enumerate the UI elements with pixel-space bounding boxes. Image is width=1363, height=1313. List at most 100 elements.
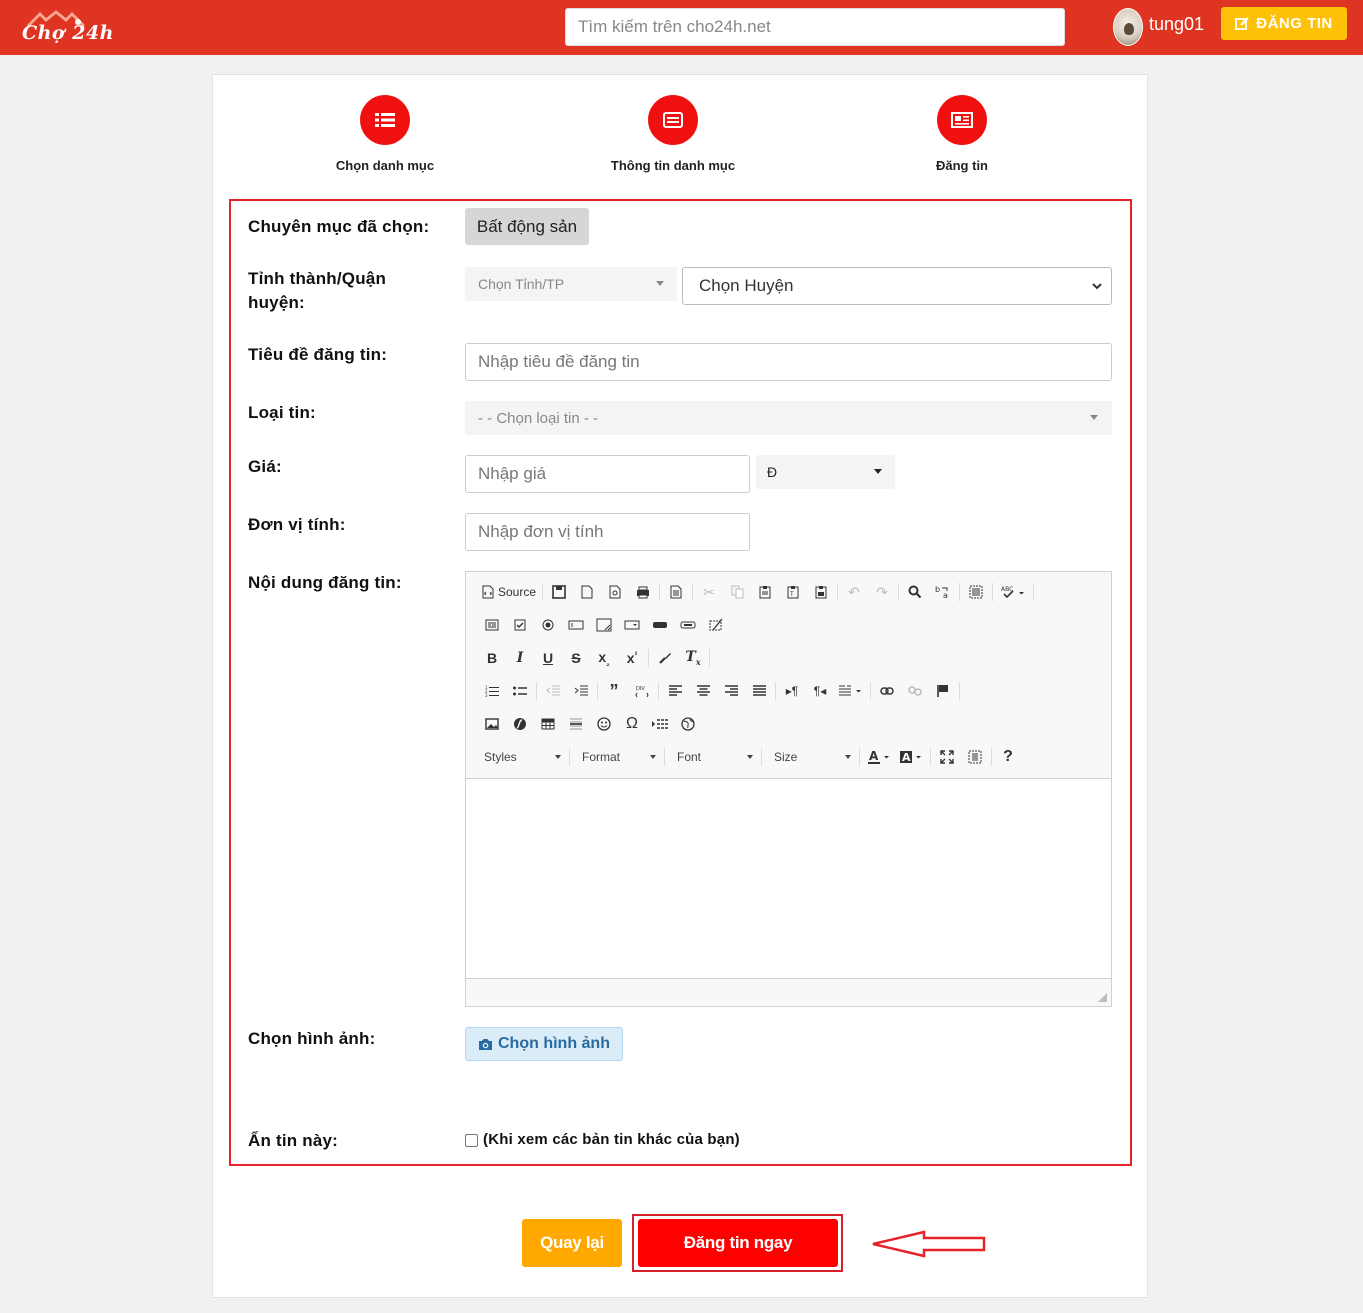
hidden-field-button[interactable] (702, 612, 730, 638)
resize-handle[interactable] (1098, 993, 1107, 1002)
align-center-button[interactable] (689, 678, 717, 704)
image-button-field-button[interactable] (674, 612, 702, 638)
bg-color-button[interactable]: A (896, 744, 928, 770)
format-combo[interactable]: Format (574, 746, 660, 768)
submit-button[interactable]: Đăng tin ngay (638, 1219, 838, 1267)
spellcheck-button[interactable]: ABC (995, 579, 1031, 605)
align-left-button[interactable] (661, 678, 689, 704)
checkbox-button[interactable] (506, 612, 534, 638)
templates-button[interactable] (662, 579, 690, 605)
italic-icon: I (516, 650, 524, 666)
copy-button[interactable] (723, 579, 751, 605)
rtl-button[interactable]: ¶◂ (806, 678, 834, 704)
language-button[interactable] (834, 678, 868, 704)
toolbar-separator (664, 748, 665, 766)
button-field-button[interactable] (646, 612, 674, 638)
source-button[interactable]: Source (478, 579, 540, 605)
underline-button[interactable]: U (534, 645, 562, 671)
bulleted-list-button[interactable] (506, 678, 534, 704)
text-color-button[interactable]: A (864, 744, 896, 770)
ltr-button[interactable]: ▸¶ (778, 678, 806, 704)
site-logo[interactable]: Chợ 24h (22, 10, 114, 46)
step-category-info[interactable]: Thông tin danh mục (573, 95, 773, 173)
align-right-button[interactable] (717, 678, 745, 704)
print-button[interactable] (629, 579, 657, 605)
blockquote-button[interactable]: ” (600, 678, 628, 704)
price-input[interactable] (465, 455, 750, 493)
replace-button[interactable]: ba (929, 579, 957, 605)
title-input[interactable] (465, 343, 1112, 381)
currency-select[interactable]: Đ (756, 455, 895, 489)
unlink-button[interactable] (901, 678, 929, 704)
iframe-button[interactable] (674, 711, 702, 737)
quote-icon: ” (609, 680, 619, 701)
anchor-button[interactable] (929, 678, 957, 704)
province-select[interactable]: Chọn Tỉnh/TP (465, 267, 677, 301)
paste-text-button[interactable]: T (779, 579, 807, 605)
location-label-line2: huyện: (248, 293, 305, 312)
textfield-button[interactable] (562, 612, 590, 638)
size-combo[interactable]: Size (766, 746, 855, 768)
styles-combo[interactable]: Styles (476, 746, 565, 768)
link-button[interactable] (873, 678, 901, 704)
special-char-button[interactable]: Ω (618, 711, 646, 737)
svg-text:a: a (943, 591, 948, 599)
step-choose-category[interactable]: Chọn danh mục (285, 95, 485, 173)
hide-post-checkbox[interactable] (465, 1134, 478, 1147)
remove-format-button[interactable]: Tx (679, 645, 707, 671)
show-blocks-button[interactable] (961, 744, 989, 770)
back-button[interactable]: Quay lại (522, 1219, 622, 1267)
italic-button[interactable]: I (506, 645, 534, 671)
textfield-icon (568, 620, 584, 630)
new-page-button[interactable] (573, 579, 601, 605)
paste-word-button[interactable] (807, 579, 835, 605)
select-all-button[interactable] (962, 579, 990, 605)
font-combo[interactable]: Font (669, 746, 757, 768)
preview-button[interactable] (601, 579, 629, 605)
post-type-select[interactable]: - - Chọn loại tin - - (465, 401, 1112, 435)
align-justify-button[interactable] (745, 678, 773, 704)
smiley-button[interactable] (590, 711, 618, 737)
help-button[interactable]: ? (994, 744, 1022, 770)
strike-button[interactable]: S (562, 645, 590, 671)
superscript-button[interactable]: x² (618, 645, 646, 671)
post-ad-button[interactable]: ĐĂNG TIN (1221, 7, 1347, 40)
cut-button[interactable]: ✂ (695, 579, 723, 605)
horizontal-rule-button[interactable] (562, 711, 590, 737)
unlink-icon (908, 686, 922, 696)
create-div-button[interactable]: DIV (628, 678, 656, 704)
undo-button[interactable]: ↶ (840, 579, 868, 605)
numbered-list-button[interactable]: 123 (478, 678, 506, 704)
unit-input[interactable] (465, 513, 750, 551)
form-button[interactable] (478, 612, 506, 638)
table-button[interactable] (534, 711, 562, 737)
bold-button[interactable]: B (478, 645, 506, 671)
outdent-button[interactable] (539, 678, 567, 704)
toolbar-row-insert: Ω (478, 711, 702, 737)
username[interactable]: tung01 (1149, 14, 1204, 35)
select-field-button[interactable] (618, 612, 646, 638)
page-break-button[interactable] (646, 711, 674, 737)
choose-image-button[interactable]: Chọn hình ảnh (465, 1027, 623, 1061)
search-input[interactable] (565, 8, 1065, 46)
avatar[interactable] (1113, 8, 1143, 46)
district-select-value: Chọn Huyện (699, 276, 794, 295)
subscript-button[interactable]: x₂ (590, 645, 618, 671)
paste-button[interactable] (751, 579, 779, 605)
copy-format-button[interactable] (651, 645, 679, 671)
textarea-button[interactable] (590, 612, 618, 638)
editor-content-area[interactable] (466, 779, 1111, 979)
radio-button[interactable] (534, 612, 562, 638)
page-break-icon (652, 719, 668, 729)
redo-button[interactable]: ↷ (868, 579, 896, 605)
image-button[interactable] (478, 711, 506, 737)
smiley-icon (597, 717, 611, 731)
maximize-button[interactable] (933, 744, 961, 770)
indent-button[interactable] (567, 678, 595, 704)
save-button[interactable] (545, 579, 573, 605)
find-button[interactable] (901, 579, 929, 605)
district-select[interactable]: Chọn Huyện (682, 267, 1112, 305)
flash-button[interactable] (506, 711, 534, 737)
step-post[interactable]: Đăng tin (862, 95, 1062, 173)
category-label: Chuyên mục đã chọn: (248, 217, 430, 236)
